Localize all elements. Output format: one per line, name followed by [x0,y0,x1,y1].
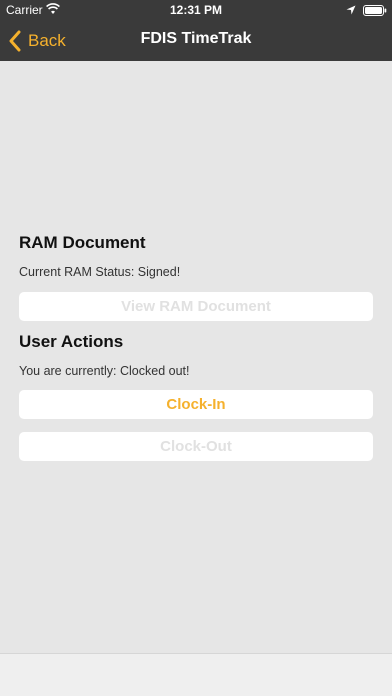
status-bar: Carrier 12:31 PM [0,0,392,20]
page-title: FDIS TimeTrak [140,30,252,47]
location-arrow-icon [346,5,356,15]
top-bar: Carrier 12:31 PM Back FDIS TimeTrak [0,0,392,61]
clock-in-button[interactable]: Clock-In [19,390,373,419]
navigation-bar: Back FDIS TimeTrak [0,20,392,61]
view-ram-document-button[interactable]: View RAM Document [19,292,373,321]
ram-document-heading: RAM Document [19,233,146,252]
battery-icon [363,5,387,16]
ram-status-text: Current RAM Status: Signed! [19,265,181,279]
clock-status-text: You are currently: Clocked out! [19,364,190,378]
clock-out-button[interactable]: Clock-Out [19,432,373,461]
main-content: RAM Document Current RAM Status: Signed!… [19,232,373,461]
app-screen: Carrier 12:31 PM Back FDIS TimeTrak RAM … [0,0,392,696]
user-actions-heading: User Actions [19,332,124,351]
status-time: 12:31 PM [169,3,223,17]
bottom-toolbar [0,653,392,696]
